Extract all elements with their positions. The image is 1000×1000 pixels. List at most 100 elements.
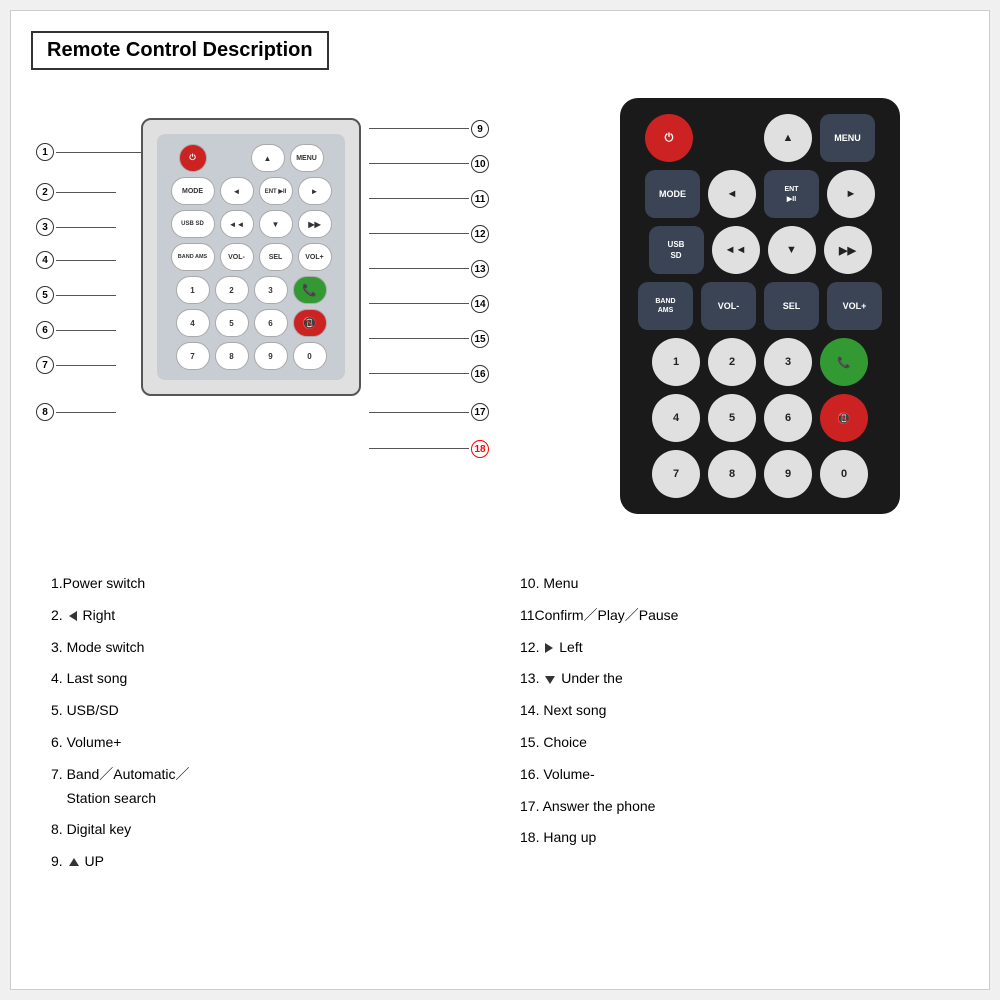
r-btn-left[interactable]: ◄ xyxy=(708,170,756,218)
r-btn-up[interactable]: ▲ xyxy=(764,114,812,162)
desc-item-14: 14. Next song xyxy=(520,695,949,727)
desc-item-13: 13. Under the xyxy=(520,663,949,695)
callout-14: 14 xyxy=(471,295,489,313)
top-section: ⏻ ▲ MENU MODE ◄ ENT ▶II ► xyxy=(31,88,969,538)
desc-item-7: 7. Band／Automatic／ Station search xyxy=(51,759,480,815)
callout-5: 5 xyxy=(36,286,54,304)
r-btn-down[interactable]: ▼ xyxy=(768,226,816,274)
callout-1: 1 xyxy=(36,143,54,161)
desc-item-17: 17. Answer the phone xyxy=(520,791,949,823)
callout-11: 11 xyxy=(471,190,489,208)
desc-item-10: 10. Menu xyxy=(520,568,949,600)
real-remote-section: ⏻ ▲ MENU MODE ◄ ENT▶II ► USBSD ◄◄ ▼ xyxy=(551,88,969,538)
r-btn-prev[interactable]: ◄◄ xyxy=(712,226,760,274)
callout-18: 18 xyxy=(471,440,489,458)
r-btn-num-3[interactable]: 3 xyxy=(764,338,812,386)
r-btn-next-track[interactable]: ▶▶ xyxy=(824,226,872,274)
desc-item-4: 4. Last song xyxy=(51,663,480,695)
btn-mode[interactable]: MODE xyxy=(171,177,215,205)
r-btn-call-green[interactable]: 📞 xyxy=(820,338,868,386)
btn-4[interactable]: 4 xyxy=(176,309,210,337)
btn-7[interactable]: 7 xyxy=(176,342,210,370)
btn-usb[interactable]: USB SD xyxy=(171,210,215,238)
btn-3[interactable]: 3 xyxy=(254,276,288,304)
r-btn-vol-plus[interactable]: VOL+ xyxy=(827,282,882,330)
desc-item-3: 3. Mode switch xyxy=(51,632,480,664)
desc-item-18: 18. Hang up xyxy=(520,822,949,854)
r-btn-band[interactable]: BANDAMS xyxy=(638,282,693,330)
callout-13: 13 xyxy=(471,260,489,278)
btn-6[interactable]: 6 xyxy=(254,309,288,337)
diagram-section: ⏻ ▲ MENU MODE ◄ ENT ▶II ► xyxy=(31,88,531,538)
desc-item-1: 1.Power switch xyxy=(51,568,480,600)
desc-right-col: 10. Menu 11Confirm／Play／Pause 12. Left 1… xyxy=(520,568,949,878)
r-btn-sel[interactable]: SEL xyxy=(764,282,819,330)
btn-up[interactable]: ▲ xyxy=(251,144,285,172)
description-section: 1.Power switch 2. Right 3. Mode switch 4… xyxy=(31,558,969,888)
callout-16: 16 xyxy=(471,365,489,383)
callout-7: 7 xyxy=(36,356,54,374)
btn-9[interactable]: 9 xyxy=(254,342,288,370)
btn-2[interactable]: 2 xyxy=(215,276,249,304)
r-btn-num-1[interactable]: 1 xyxy=(652,338,700,386)
r-btn-right[interactable]: ► xyxy=(827,170,875,218)
callout-8: 8 xyxy=(36,403,54,421)
r-btn-num-0[interactable]: 0 xyxy=(820,450,868,498)
callout-17: 17 xyxy=(471,403,489,421)
desc-item-9: 9. UP xyxy=(51,846,480,878)
desc-item-5: 5. USB/SD xyxy=(51,695,480,727)
callout-12: 12 xyxy=(471,225,489,243)
r-btn-hangup[interactable]: 📵 xyxy=(820,394,868,442)
desc-item-11: 11Confirm／Play／Pause xyxy=(520,600,949,632)
btn-power[interactable]: ⏻ xyxy=(179,144,207,172)
btn-right[interactable]: ► xyxy=(298,177,332,205)
desc-left-col: 1.Power switch 2. Right 3. Mode switch 4… xyxy=(51,568,480,878)
callout-2: 2 xyxy=(36,183,54,201)
callout-3: 3 xyxy=(36,218,54,236)
r-btn-num-2[interactable]: 2 xyxy=(708,338,756,386)
callout-10: 10 xyxy=(471,155,489,173)
callout-6: 6 xyxy=(36,321,54,339)
btn-volplus[interactable]: VOL+ xyxy=(298,243,332,271)
main-container: Remote Control Description ⏻ ▲ MENU xyxy=(10,10,990,990)
desc-item-6: 6. Volume+ xyxy=(51,727,480,759)
r-btn-menu[interactable]: MENU xyxy=(820,114,875,162)
r-btn-num-9[interactable]: 9 xyxy=(764,450,812,498)
r-btn-num-4[interactable]: 4 xyxy=(652,394,700,442)
btn-menu[interactable]: MENU xyxy=(290,144,324,172)
btn-5[interactable]: 5 xyxy=(215,309,249,337)
desc-item-16: 16. Volume- xyxy=(520,759,949,791)
r-btn-num-5[interactable]: 5 xyxy=(708,394,756,442)
desc-item-12: 12. Left xyxy=(520,632,949,664)
btn-band[interactable]: BAND AMS xyxy=(171,243,215,271)
btn-down[interactable]: ▼ xyxy=(259,210,293,238)
remote-diagram-inner: ⏻ ▲ MENU MODE ◄ ENT ▶II ► xyxy=(157,134,345,380)
btn-next[interactable]: ▶▶ xyxy=(298,210,332,238)
page-title: Remote Control Description xyxy=(31,31,329,70)
btn-sel[interactable]: SEL xyxy=(259,243,293,271)
btn-ent[interactable]: ENT ▶II xyxy=(259,177,293,205)
btn-1[interactable]: 1 xyxy=(176,276,210,304)
r-btn-usb[interactable]: USBSD xyxy=(649,226,704,274)
callout-15: 15 xyxy=(471,330,489,348)
r-btn-ent[interactable]: ENT▶II xyxy=(764,170,819,218)
btn-prev[interactable]: ◄◄ xyxy=(220,210,254,238)
btn-left[interactable]: ◄ xyxy=(220,177,254,205)
callout-9: 9 xyxy=(471,120,489,138)
r-btn-num-7[interactable]: 7 xyxy=(652,450,700,498)
callout-4: 4 xyxy=(36,251,54,269)
remote-body: ⏻ ▲ MENU MODE ◄ ENT▶II ► USBSD ◄◄ ▼ xyxy=(620,98,900,514)
r-btn-num-8[interactable]: 8 xyxy=(708,450,756,498)
desc-item-15: 15. Choice xyxy=(520,727,949,759)
r-btn-power[interactable]: ⏻ xyxy=(645,114,693,162)
btn-8[interactable]: 8 xyxy=(215,342,249,370)
btn-hangup[interactable]: 📵 xyxy=(293,309,327,337)
btn-call[interactable]: 📞 xyxy=(293,276,327,304)
btn-volminus[interactable]: VOL- xyxy=(220,243,254,271)
r-btn-num-6[interactable]: 6 xyxy=(764,394,812,442)
desc-item-8: 8. Digital key xyxy=(51,814,480,846)
desc-item-2: 2. Right xyxy=(51,600,480,632)
r-btn-vol-minus[interactable]: VOL- xyxy=(701,282,756,330)
btn-0[interactable]: 0 xyxy=(293,342,327,370)
r-btn-mode[interactable]: MODE xyxy=(645,170,700,218)
